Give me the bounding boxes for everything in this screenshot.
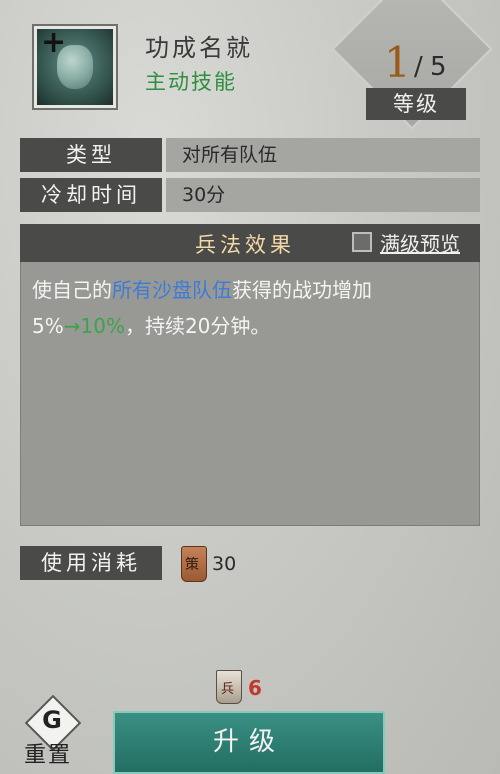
effect-description: 使自己的所有沙盘队伍获得的战功增加 5%→10%，持续20分钟。 bbox=[32, 272, 472, 344]
max-level-preview-checkbox[interactable] bbox=[352, 232, 372, 252]
token-glyph: 策 bbox=[185, 557, 199, 573]
level-label: 等级 bbox=[366, 88, 466, 120]
soldier-token-icon: 兵 bbox=[216, 670, 242, 704]
reset-glyph: G bbox=[42, 706, 62, 734]
type-value: 对所有队伍 bbox=[166, 138, 480, 172]
level-max: 5 bbox=[430, 52, 447, 82]
cooldown-value: 30分 bbox=[166, 178, 480, 212]
effect-text-upgrade: →10% bbox=[63, 314, 125, 338]
soldier-glyph: 兵 bbox=[221, 682, 235, 697]
level-current: 1 bbox=[384, 38, 411, 87]
level-separator: / bbox=[414, 52, 423, 82]
cost-label: 使用消耗 bbox=[20, 546, 162, 580]
effect-text-highlight: 所有沙盘队伍 bbox=[112, 278, 232, 302]
cooldown-label: 冷却时间 bbox=[20, 178, 162, 212]
upgrade-button[interactable]: 升级 bbox=[113, 711, 385, 774]
effect-title: 兵法效果 bbox=[195, 233, 295, 257]
reset-button[interactable]: 重置 bbox=[24, 737, 72, 769]
strategy-token-icon: 策 bbox=[181, 546, 207, 582]
skill-icon[interactable]: + bbox=[34, 25, 116, 108]
effect-panel bbox=[20, 224, 480, 526]
cost-value: 30 bbox=[212, 553, 237, 575]
effect-text-part: 5% bbox=[32, 314, 64, 338]
type-label: 类型 bbox=[20, 138, 162, 172]
skill-type: 主动技能 bbox=[145, 70, 237, 94]
effect-text-part: ，持续20分钟。 bbox=[124, 314, 271, 338]
soldier-count: 6 bbox=[248, 676, 262, 700]
skill-name: 功成名就 bbox=[145, 34, 253, 62]
plus-icon: + bbox=[41, 25, 67, 60]
max-level-preview-label[interactable]: 满级预览 bbox=[380, 228, 460, 257]
effect-text-part: 使自己的 bbox=[32, 278, 112, 302]
effect-text-part: 获得的战功增加 bbox=[232, 278, 372, 302]
